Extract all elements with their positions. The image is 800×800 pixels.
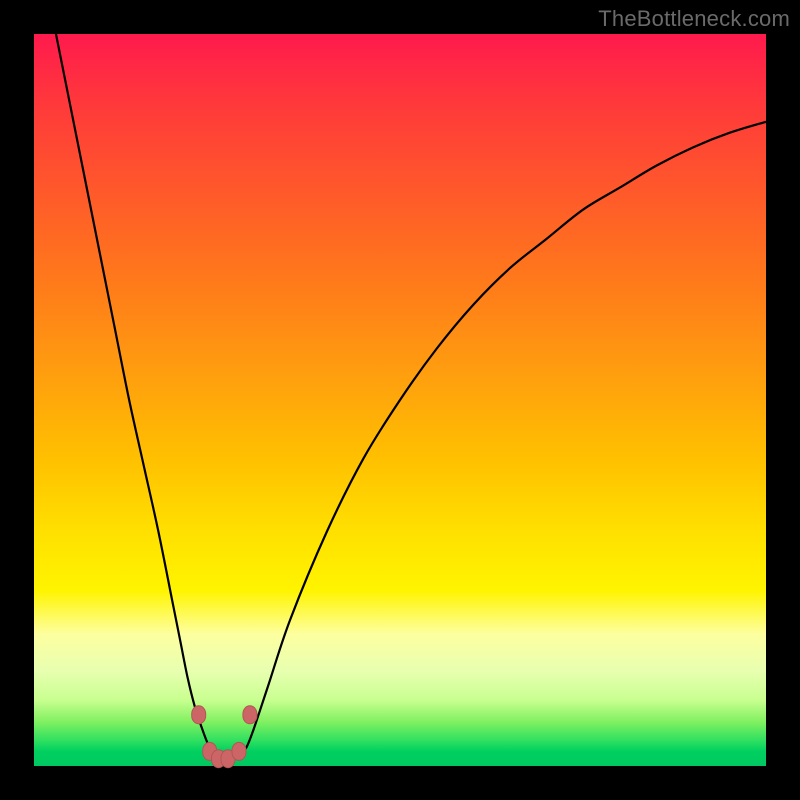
- trough-markers: [192, 706, 257, 768]
- trough-marker: [243, 706, 257, 724]
- bottleneck-curve: [56, 34, 766, 759]
- watermark-text: TheBottleneck.com: [598, 6, 790, 32]
- plot-area: [34, 34, 766, 766]
- curve-layer: [34, 34, 766, 766]
- trough-marker: [232, 742, 246, 760]
- trough-marker: [192, 706, 206, 724]
- chart-frame: TheBottleneck.com: [0, 0, 800, 800]
